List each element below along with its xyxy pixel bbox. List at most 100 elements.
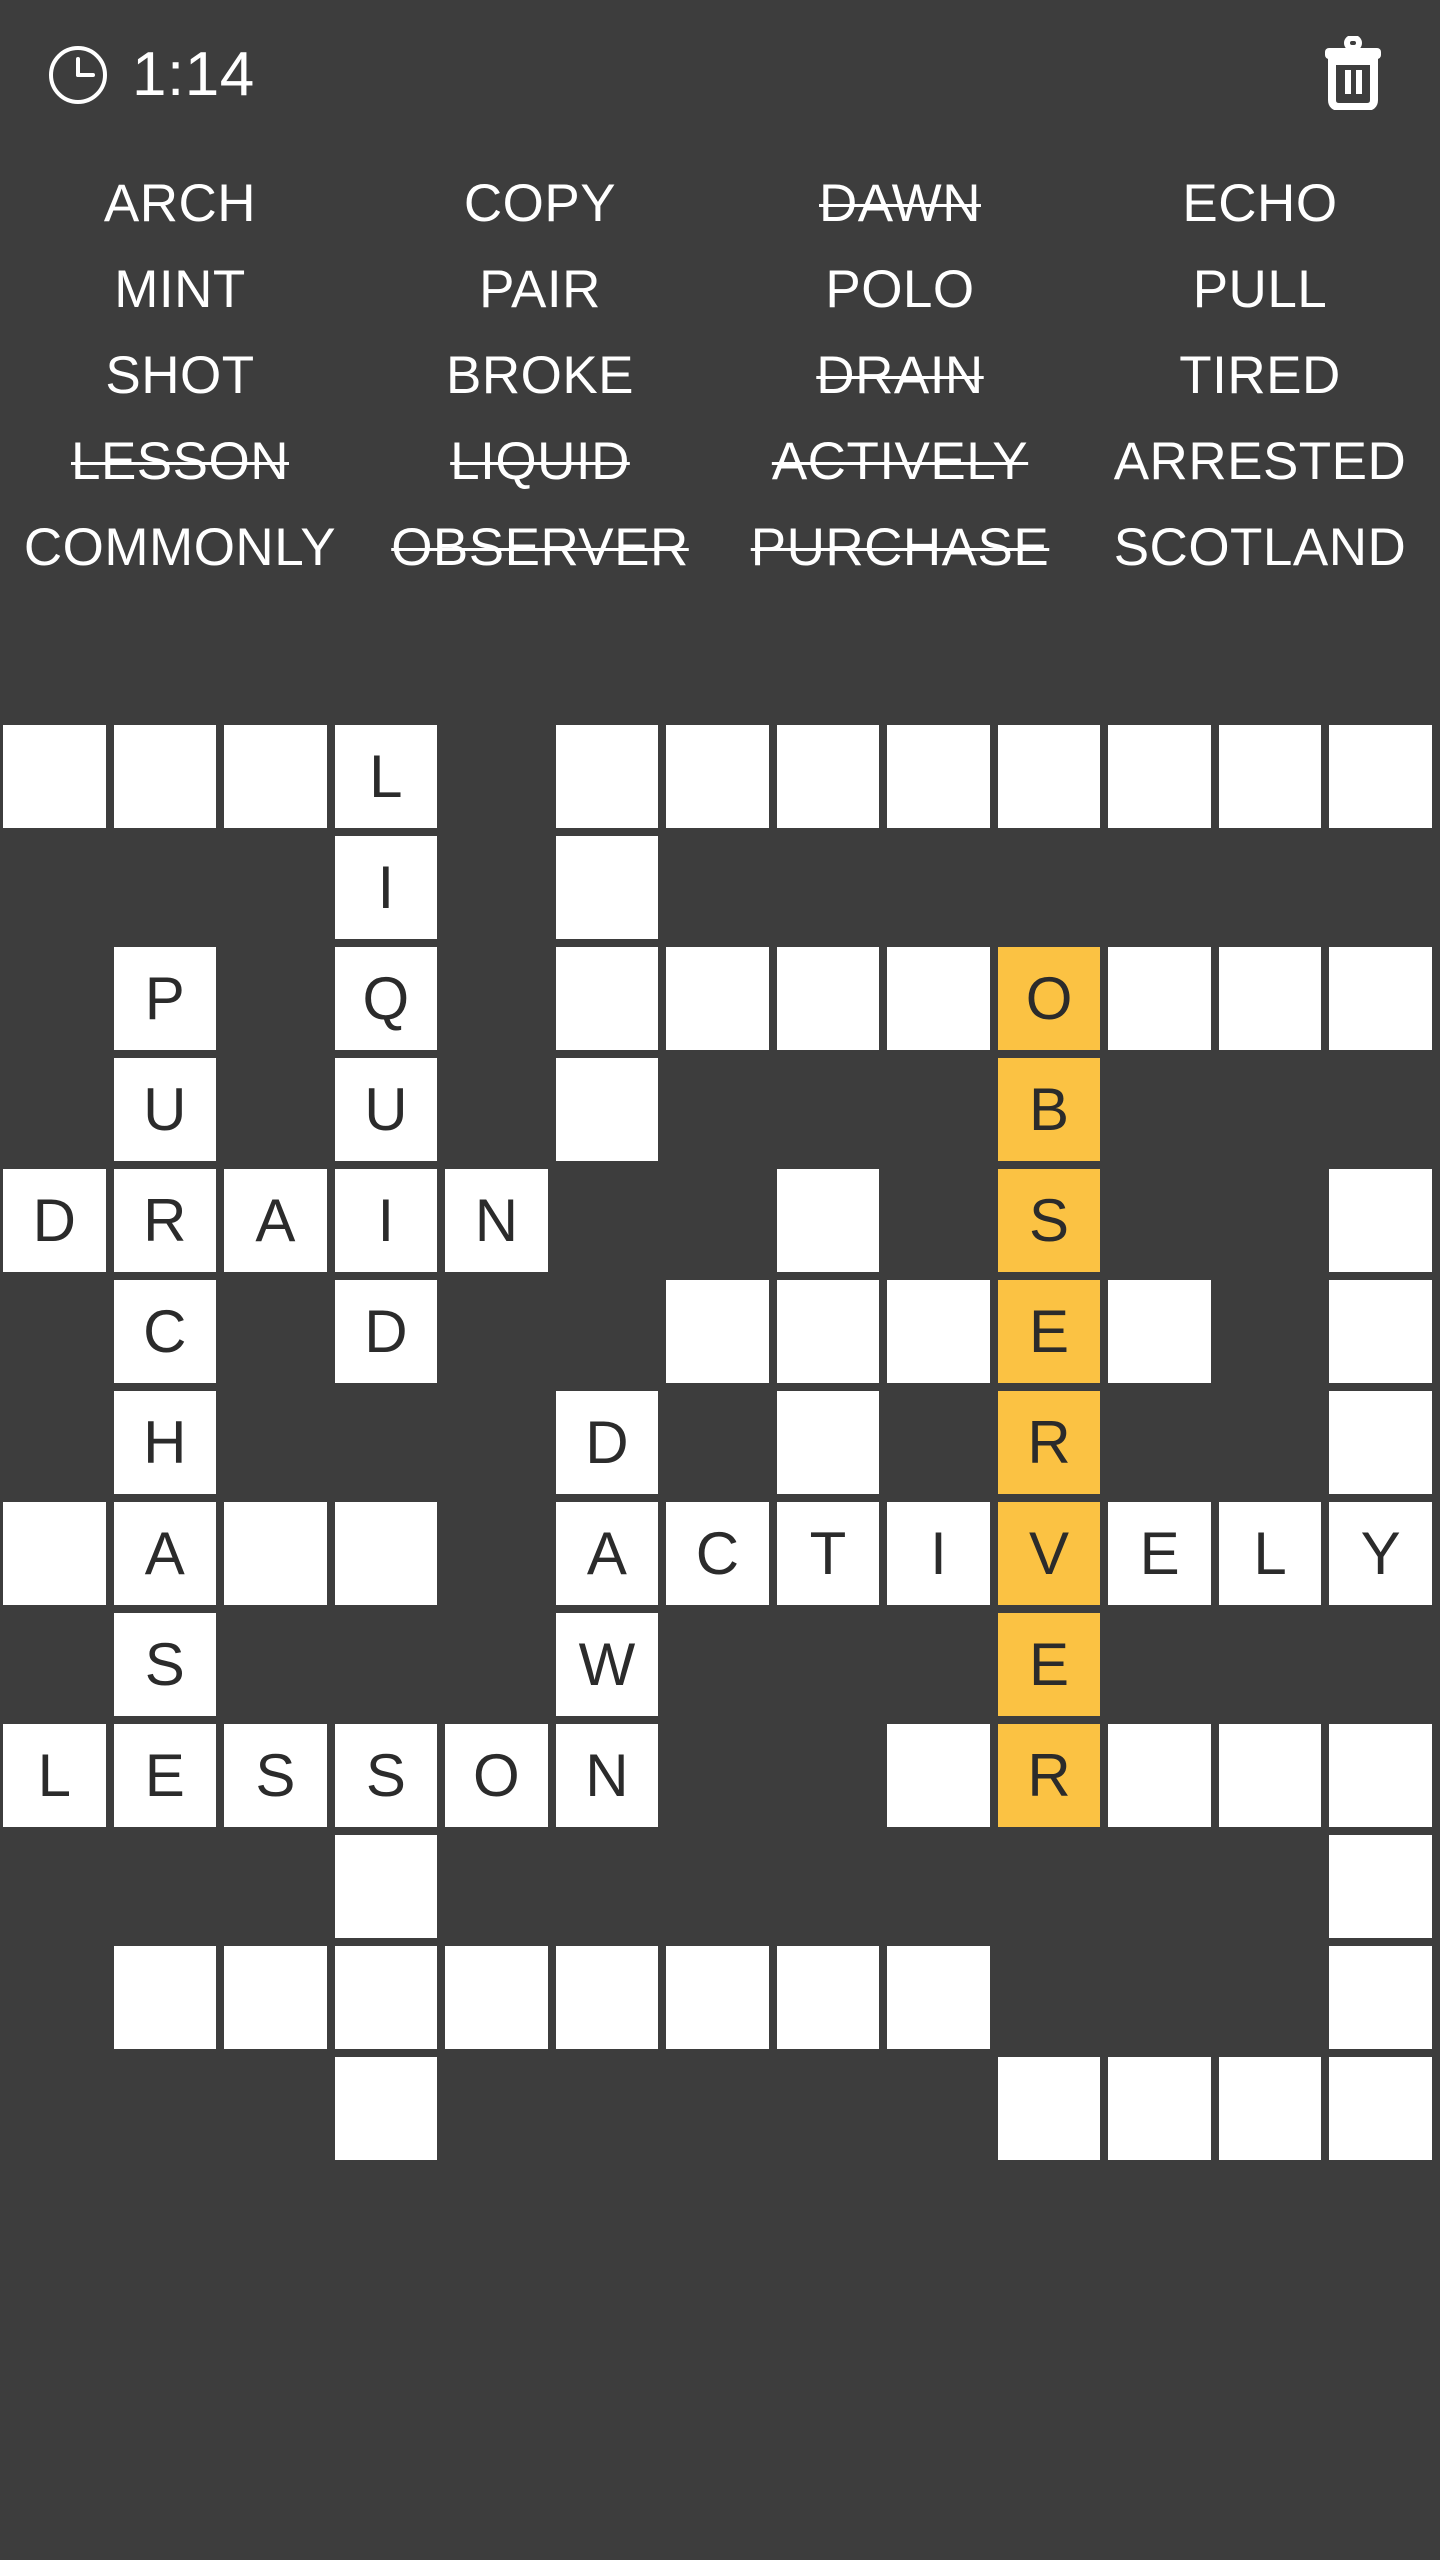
grid-cell[interactable] (776, 725, 880, 828)
grid-cell[interactable] (1329, 725, 1432, 828)
grid-cell[interactable] (1329, 947, 1432, 1050)
word-item[interactable]: BROKE (360, 332, 720, 418)
grid-cell[interactable]: H (113, 1391, 217, 1494)
grid-cell[interactable]: L (334, 725, 438, 828)
grid-cell[interactable] (1108, 2057, 1211, 2160)
grid-cell[interactable]: Q (334, 947, 438, 1050)
grid-cell[interactable] (334, 1946, 438, 2049)
word-item[interactable]: COMMONLY (0, 504, 360, 590)
grid-cell[interactable]: U (113, 1058, 217, 1161)
grid-cell[interactable] (334, 1835, 438, 1938)
grid-cell[interactable]: D (3, 1169, 106, 1272)
grid-cell[interactable]: A (113, 1502, 217, 1605)
grid-cell[interactable] (1329, 1280, 1432, 1383)
grid-cell[interactable] (1329, 1946, 1432, 2049)
grid-cell[interactable]: I (334, 836, 438, 939)
grid-cell[interactable]: N (555, 1724, 659, 1827)
grid-cell[interactable]: W (555, 1613, 659, 1716)
grid-cell[interactable]: E (997, 1280, 1101, 1383)
grid-cell[interactable] (224, 725, 327, 828)
grid-cell[interactable]: L (3, 1724, 106, 1827)
grid-cell[interactable]: A (224, 1169, 327, 1272)
grid-cell[interactable]: N (445, 1169, 548, 1272)
word-item[interactable]: ACTIVELY (720, 418, 1080, 504)
grid-cell[interactable] (776, 1280, 880, 1383)
grid-cell[interactable]: S (334, 1724, 438, 1827)
grid-cell[interactable]: I (887, 1502, 990, 1605)
grid-cell[interactable] (445, 1946, 548, 2049)
grid-cell[interactable] (334, 1502, 438, 1605)
grid-cell[interactable] (887, 725, 990, 828)
grid-cell[interactable]: E (113, 1724, 217, 1827)
word-item[interactable]: LESSON (0, 418, 360, 504)
grid-cell[interactable] (3, 1502, 106, 1605)
grid-cell[interactable] (1329, 2057, 1432, 2160)
word-item[interactable]: POLO (720, 246, 1080, 332)
grid-cell[interactable] (1218, 725, 1322, 828)
word-item[interactable]: ECHO (1080, 160, 1440, 246)
grid-cell[interactable] (666, 947, 769, 1050)
grid-cell[interactable] (1108, 947, 1211, 1050)
word-item[interactable]: DAWN (720, 160, 1080, 246)
grid-cell[interactable]: B (997, 1058, 1101, 1161)
grid-cell[interactable]: S (997, 1169, 1101, 1272)
grid-cell[interactable] (666, 1946, 769, 2049)
word-item[interactable]: COPY (360, 160, 720, 246)
grid-cell[interactable]: O (997, 947, 1101, 1050)
grid-cell[interactable] (997, 2057, 1101, 2160)
grid-cell[interactable] (555, 947, 659, 1050)
grid-cell[interactable] (224, 1502, 327, 1605)
grid-cell[interactable] (776, 947, 880, 1050)
grid-cell[interactable]: E (997, 1613, 1101, 1716)
grid-cell[interactable] (776, 1946, 880, 2049)
word-item[interactable]: OBSERVER (360, 504, 720, 590)
grid-cell[interactable]: Y (1329, 1502, 1432, 1605)
grid-cell[interactable] (1218, 1724, 1322, 1827)
grid-cell[interactable]: I (334, 1169, 438, 1272)
grid-cell[interactable] (555, 1058, 659, 1161)
grid-cell[interactable]: C (666, 1502, 769, 1605)
grid-cell[interactable]: T (776, 1502, 880, 1605)
word-item[interactable]: PAIR (360, 246, 720, 332)
word-item[interactable]: SHOT (0, 332, 360, 418)
grid-cell[interactable]: R (997, 1724, 1101, 1827)
grid-cell[interactable]: R (997, 1391, 1101, 1494)
grid-cell[interactable]: P (113, 947, 217, 1050)
grid-cell[interactable] (555, 725, 659, 828)
grid-cell[interactable] (666, 725, 769, 828)
word-item[interactable]: TIRED (1080, 332, 1440, 418)
grid-cell[interactable] (224, 1946, 327, 2049)
word-item[interactable]: PULL (1080, 246, 1440, 332)
clear-button[interactable] (1310, 26, 1396, 120)
grid-cell[interactable] (666, 1280, 769, 1383)
grid-cell[interactable]: A (555, 1502, 659, 1605)
word-item[interactable]: ARRESTED (1080, 418, 1440, 504)
grid-cell[interactable]: D (555, 1391, 659, 1494)
grid-cell[interactable]: S (113, 1613, 217, 1716)
grid-cell[interactable] (334, 2057, 438, 2160)
grid-cell[interactable] (1108, 1280, 1211, 1383)
grid-cell[interactable]: R (113, 1169, 217, 1272)
grid-cell[interactable]: O (445, 1724, 548, 1827)
grid-cell[interactable]: E (1108, 1502, 1211, 1605)
grid-cell[interactable] (1108, 725, 1211, 828)
grid-cell[interactable] (1218, 2057, 1322, 2160)
word-item[interactable]: DRAIN (720, 332, 1080, 418)
word-item[interactable]: LIQUID (360, 418, 720, 504)
grid-cell[interactable] (887, 1946, 990, 2049)
grid-cell[interactable] (3, 725, 106, 828)
grid-cell[interactable]: L (1218, 1502, 1322, 1605)
grid-cell[interactable] (887, 1724, 990, 1827)
grid-cell[interactable] (555, 836, 659, 939)
grid-cell[interactable]: S (224, 1724, 327, 1827)
grid-cell[interactable] (1329, 1835, 1432, 1938)
word-item[interactable]: MINT (0, 246, 360, 332)
grid-cell[interactable] (776, 1391, 880, 1494)
grid-cell[interactable] (887, 947, 990, 1050)
grid-cell[interactable]: U (334, 1058, 438, 1161)
grid-cell[interactable] (776, 1169, 880, 1272)
word-item[interactable]: ARCH (0, 160, 360, 246)
grid-cell[interactable] (113, 1946, 217, 2049)
grid-cell[interactable] (1329, 1169, 1432, 1272)
grid-cell[interactable] (997, 725, 1101, 828)
